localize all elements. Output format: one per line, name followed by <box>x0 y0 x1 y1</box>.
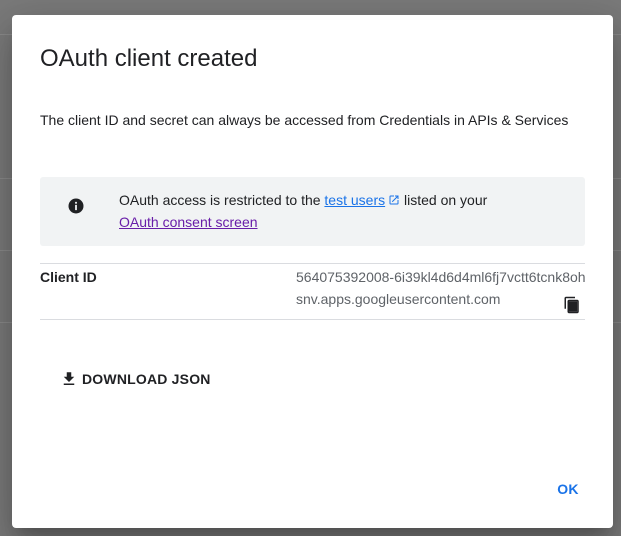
info-icon <box>68 198 84 214</box>
download-json-label: DOWNLOAD JSON <box>82 371 211 387</box>
dialog-description: The client ID and secret can always be a… <box>40 112 569 128</box>
ok-label: OK <box>557 481 579 497</box>
client-id-label: Client ID <box>40 269 97 285</box>
test-users-link[interactable]: test users <box>324 192 385 208</box>
oauth-client-created-dialog: OAuth client created The client ID and s… <box>12 15 613 528</box>
info-text-middle: listed on your <box>400 192 488 208</box>
download-icon <box>63 372 75 385</box>
client-id-bottom-divider <box>40 319 585 320</box>
download-json-button[interactable]: DOWNLOAD JSON <box>48 361 223 397</box>
client-id-value: 564075392008-6i39kl4d6d4ml6fj7vctt6tcnk8… <box>296 269 586 307</box>
oauth-consent-screen-link[interactable]: OAuth consent screen <box>119 214 258 230</box>
info-text-prefix: OAuth access is restricted to the <box>119 192 325 208</box>
copy-icon[interactable] <box>563 296 581 314</box>
info-text: OAuth access is restricted to the test u… <box>119 189 559 233</box>
ok-button[interactable]: OK <box>548 471 588 507</box>
dialog-title: OAuth client created <box>40 45 258 72</box>
external-link-icon[interactable] <box>388 194 400 206</box>
info-banner: OAuth access is restricted to the test u… <box>40 177 585 246</box>
client-id-top-divider <box>40 263 585 264</box>
